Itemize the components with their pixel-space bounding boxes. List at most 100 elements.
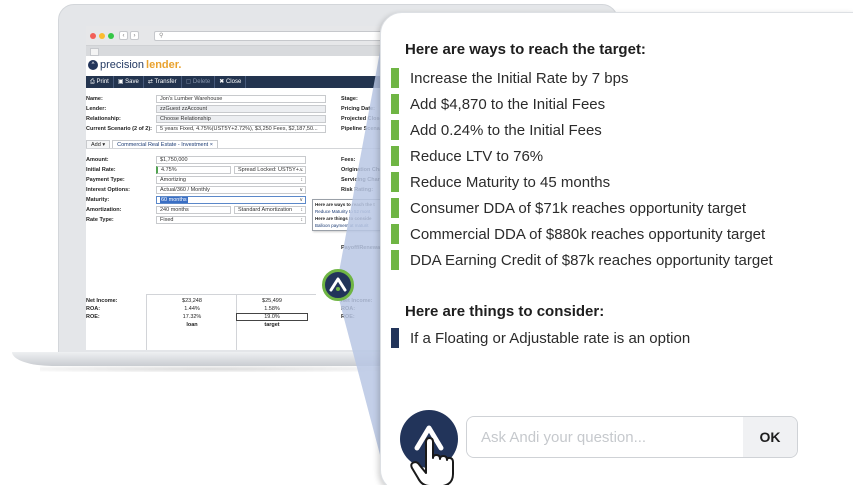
add-tab-button[interactable]: Add ▾ — [86, 140, 111, 148]
amortization-type-select[interactable]: Standard Amortization ↕ — [234, 206, 306, 214]
maturity-field[interactable]: 60 months ∨ — [156, 196, 306, 204]
payoff-renewal-label: Payoff/Renewal: — [341, 245, 384, 251]
amount-field[interactable]: $1,750,000 — [156, 156, 306, 164]
interest-options-select[interactable]: Actual/360 / Monthly ∨ — [156, 186, 306, 194]
close-window-icon[interactable] — [90, 33, 96, 39]
interest-options-label: Interest Options: — [86, 187, 131, 193]
projected-close-label: Projected Close — [341, 116, 383, 122]
field-label: Relationship: — [86, 116, 121, 122]
address-bar[interactable]: ⚲ — [154, 31, 386, 41]
suggestion-item[interactable]: Commercial DDA of $880k reaches opportun… — [391, 223, 831, 245]
amortization-field[interactable]: 240 months — [156, 206, 231, 214]
suggestion-item[interactable]: Reduce LTV to 76% — [391, 145, 831, 167]
summary-loan-value: 17.32% — [182, 314, 202, 320]
consideration-item[interactable]: If a Floating or Adjustable rate is an o… — [391, 327, 831, 349]
scenario-select[interactable]: 5 years Fixed, 4.75%(UST5Y+2.72%), $3,25… — [156, 125, 326, 133]
suggestion-item[interactable]: Add $4,870 to the Initial Fees — [391, 93, 831, 115]
form-row-lender: Lender: zzGuest zzAccount Pricing Date: — [86, 105, 386, 113]
relationship-select[interactable]: Choose Relationship — [156, 115, 326, 123]
form-row-name: Name: Jon's Lumber Warehouse Stage: — [86, 95, 386, 103]
summary-label: Net Income: — [86, 298, 118, 304]
select-arrows-icon: ↕ — [300, 207, 304, 213]
suggestion-text: Consumer DDA of $71k reaches opportunity… — [410, 200, 747, 217]
tooltip-item[interactable]: Reduce Maturity to 52 mont — [315, 208, 383, 215]
ask-andi-box: OK — [466, 416, 798, 458]
suggestion-text: Reduce LTV to 76% — [410, 148, 544, 165]
summary-loan-value: 1.44% — [184, 306, 200, 312]
chevron-down-icon: ∨ — [299, 187, 303, 193]
save-button[interactable]: ▣ Save — [114, 76, 144, 88]
initial-rate-value: 4.75% — [161, 167, 177, 173]
suggestion-text: Reduce Maturity to 45 months — [410, 174, 611, 191]
amount-label: Amount: — [86, 157, 109, 163]
initial-rate-field[interactable]: 4.75% — [156, 166, 231, 174]
add-tab-label: Add — [91, 142, 101, 148]
close-tab-icon[interactable]: × — [210, 142, 213, 148]
spread-value: Spread Locked: UST5Y+... — [238, 167, 304, 173]
consider-heading: Here are things to consider: — [405, 303, 605, 320]
tooltip-heading: Here are things to conside — [315, 216, 372, 221]
laptop-base — [12, 352, 414, 366]
close-icon: ✖ — [219, 79, 225, 85]
maturity-label: Maturity: — [86, 197, 110, 203]
payment-type-label: Payment Type: — [86, 177, 125, 183]
summary-label: ROE: — [86, 314, 100, 320]
chevron-down-icon: ▾ — [102, 142, 106, 148]
suggestion-item[interactable]: Consumer DDA of $71k reaches opportunity… — [391, 197, 831, 219]
logo-text-prefix: precision — [100, 59, 145, 71]
delete-button[interactable]: ▢ Delete — [182, 76, 216, 88]
maximize-window-icon[interactable] — [108, 33, 114, 39]
loan-column-header: loan — [186, 322, 198, 328]
transfer-icon: ⇄ — [147, 79, 153, 85]
suggestion-text: Increase the Initial Rate by 7 bps — [410, 70, 629, 87]
hand-pointer-icon — [410, 437, 454, 485]
suggestion-item[interactable]: Reduce Maturity to 45 months — [391, 171, 831, 193]
rate-type-select[interactable]: Fixed ↕ — [156, 216, 306, 224]
precisionlender-logo: ^ precision lender. — [88, 59, 182, 71]
tab-commercial-real-estate[interactable]: Commercial Real Estate - Investment × — [112, 140, 218, 148]
select-arrows-icon: ↕ — [300, 217, 304, 223]
spread-select[interactable]: Spread Locked: UST5Y+... ∨ — [234, 166, 306, 174]
summary-target-input[interactable]: 19.0% — [236, 313, 308, 321]
suggestion-item[interactable]: Add 0.24% to the Initial Fees — [391, 119, 831, 141]
suggestion-item[interactable]: DDA Earning Credit of $87k reaches oppor… — [391, 249, 831, 271]
amortization-value: 240 months — [160, 207, 189, 213]
amount-value: $1,750,000 — [160, 157, 188, 163]
save-label: Save — [125, 79, 139, 85]
suggestion-item[interactable]: Increase the Initial Rate by 7 bps — [391, 67, 831, 89]
ways-heading: Here are ways to reach the target: — [405, 41, 646, 58]
fees-label: Fees: — [341, 157, 356, 163]
close-label: Close — [225, 79, 242, 85]
interest-options-value: Actual/360 / Monthly — [160, 187, 210, 193]
table-row: loan target — [86, 321, 386, 329]
andi-mini-icon[interactable] — [322, 269, 354, 301]
ask-andi-input[interactable] — [467, 417, 743, 457]
summary-right-label: ROE: — [341, 314, 355, 320]
target-column-header: target — [264, 322, 280, 328]
servicing-charge-label: Servicing Charg — [341, 177, 384, 183]
browser-tab[interactable] — [90, 48, 99, 56]
summary-loan-value: $23,248 — [182, 298, 202, 304]
tooltip-item[interactable]: Balloon payment at maturit — [315, 222, 383, 229]
field-label: Name: — [86, 96, 103, 102]
andi-logo-icon — [329, 277, 347, 292]
rate-type-value: Fixed — [160, 217, 174, 223]
pricing-date-label: Pricing Date: — [341, 106, 375, 112]
suggestion-text: Add 0.24% to the Initial Fees — [410, 122, 602, 139]
name-field[interactable]: Jon's Lumber Warehouse — [156, 95, 326, 103]
print-button[interactable]: ⎙ Print — [86, 76, 114, 88]
laptop-shadow — [40, 366, 380, 372]
form-row-scenario: Current Scenario (2 of 2): 5 years Fixed… — [86, 125, 386, 133]
payment-type-select[interactable]: Amortizing ↕ — [156, 176, 306, 184]
close-button[interactable]: ✖ Close — [215, 76, 247, 88]
maturity-value: 60 months — [160, 197, 188, 203]
minimize-window-icon[interactable] — [99, 33, 105, 39]
field-label: Current Scenario (2 of 2): — [86, 126, 153, 132]
forward-icon[interactable]: › — [130, 31, 139, 40]
printer-icon: ⎙ — [90, 79, 95, 85]
lender-field[interactable]: zzGuest zzAccount — [156, 105, 326, 113]
transfer-button[interactable]: ⇄ Transfer — [144, 76, 182, 88]
back-icon[interactable]: ‹ — [119, 31, 128, 40]
risk-rating-label: Risk Rating: — [341, 187, 374, 193]
ok-button[interactable]: OK — [743, 417, 797, 457]
